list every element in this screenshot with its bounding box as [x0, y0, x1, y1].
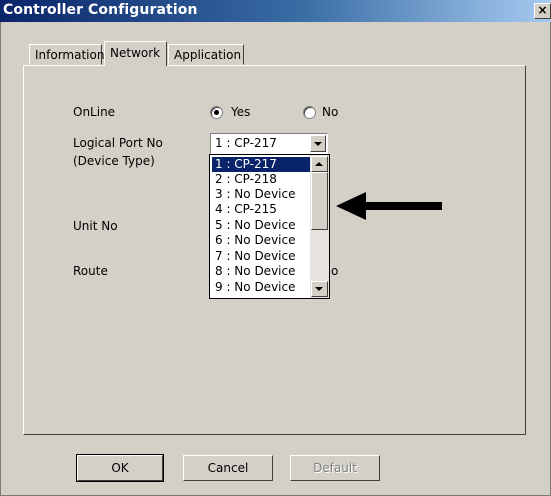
cancel-button[interactable]: Cancel — [183, 455, 273, 481]
tab-application[interactable]: Application — [168, 44, 244, 65]
cancel-button-label: Cancel — [207, 461, 249, 475]
online-label: OnLine — [73, 105, 116, 119]
list-item[interactable]: 9 : No Device — [212, 280, 313, 295]
online-yes-label[interactable]: Yes — [231, 105, 250, 119]
chevron-down-icon — [314, 142, 322, 146]
scroll-thumb[interactable] — [311, 172, 328, 230]
list-item[interactable]: 2 : CP-218 — [212, 172, 313, 187]
dropdown-button[interactable] — [310, 135, 326, 152]
online-no-radio[interactable] — [303, 106, 316, 119]
ok-button[interactable]: OK — [76, 454, 164, 482]
arrow-left-icon — [336, 192, 442, 220]
window-title: Controller Configuration — [3, 2, 198, 18]
scroll-up-button[interactable] — [311, 156, 328, 172]
list-item[interactable]: 8 : No Device — [212, 264, 313, 279]
logical-port-dropdown-list[interactable]: 1 : CP-217 2 : CP-218 3 : No Device 4 : … — [209, 154, 330, 299]
chevron-down-icon — [315, 287, 323, 291]
close-icon: × — [537, 3, 548, 17]
dropdown-scrollbar[interactable] — [310, 155, 329, 298]
unit-no-label: Unit No — [73, 219, 118, 233]
tab-information-label: Information — [35, 48, 105, 62]
default-button: Default — [290, 455, 380, 481]
chevron-up-icon — [315, 162, 323, 166]
route-label: Route — [73, 264, 108, 278]
logical-port-label: Logical Port No — [73, 136, 163, 150]
list-item[interactable]: 1 : CP-217 — [212, 157, 313, 172]
list-item[interactable]: 3 : No Device — [212, 187, 313, 202]
device-type-label: (Device Type) — [73, 154, 155, 168]
online-yes-radio[interactable] — [210, 106, 223, 119]
tab-network[interactable]: Network — [104, 41, 167, 66]
logical-port-select[interactable]: 1 : CP-217 — [210, 133, 328, 154]
tab-network-label: Network — [110, 46, 161, 60]
default-button-label: Default — [313, 461, 357, 475]
scroll-down-button[interactable] — [311, 281, 328, 297]
list-item[interactable]: 7 : No Device — [212, 249, 313, 264]
tab-information[interactable]: Information — [29, 44, 105, 65]
close-button[interactable]: × — [534, 3, 551, 19]
ok-button-label: OK — [111, 461, 129, 475]
tab-application-label: Application — [174, 48, 242, 62]
title-bar[interactable]: Controller Configuration × — [0, 0, 551, 22]
route-value-fragment: o — [331, 264, 339, 278]
online-no-label[interactable]: No — [322, 105, 338, 119]
list-item[interactable]: 5 : No Device — [212, 218, 313, 233]
list-item[interactable]: 4 : CP-215 — [212, 202, 313, 217]
logical-port-value: 1 : CP-217 — [215, 136, 277, 150]
list-item[interactable]: 6 : No Device — [212, 233, 313, 248]
